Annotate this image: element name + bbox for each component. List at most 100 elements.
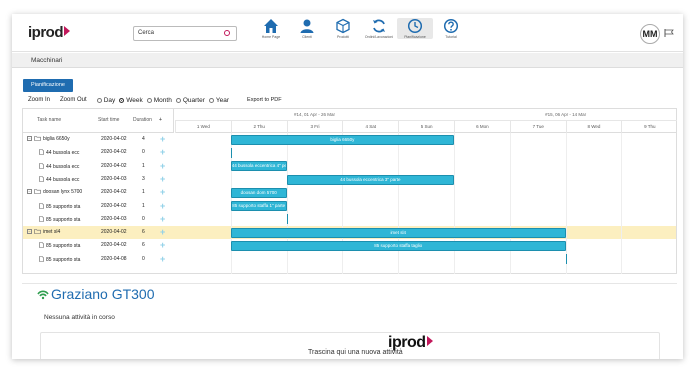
- duration-cell: 1: [142, 189, 145, 196]
- task-name-cell: 44 bussola ecc: [39, 162, 97, 170]
- task-name-cell: − biglia 6650y: [27, 136, 85, 142]
- start-time-cell: 2020-04-03: [101, 215, 127, 222]
- task-bar[interactable]: imet sl4: [230, 227, 566, 238]
- add-subtask-icon[interactable]: +: [160, 187, 165, 197]
- day-gridline: [454, 133, 455, 274]
- table-row[interactable]: 44 bussola ecc 2020-04-02 0 +: [23, 146, 676, 159]
- add-subtask-icon[interactable]: +: [160, 134, 165, 144]
- week-header: #15, 06 Apr - 14 Mar: [454, 109, 678, 121]
- search-icon[interactable]: [224, 30, 230, 36]
- table-row[interactable]: 85 supporto sta 2020-04-03 0 +: [23, 213, 676, 226]
- task-bar[interactable]: biglia 6650y: [230, 134, 454, 145]
- start-time-cell: 2020-04-03: [101, 175, 127, 182]
- watermark-logo: iprod: [388, 334, 433, 352]
- nav-prodotti[interactable]: Prodotti: [325, 18, 361, 39]
- add-task-icon[interactable]: +: [159, 117, 162, 123]
- collapse-icon[interactable]: −: [27, 136, 32, 141]
- file-icon: [39, 176, 44, 182]
- duration-cell: 6: [142, 229, 145, 236]
- duration-cell: 6: [142, 242, 145, 249]
- start-time-cell: 2020-04-02: [101, 136, 127, 142]
- nav-pianificazione[interactable]: Pianificazione: [397, 18, 433, 39]
- help-icon: [443, 18, 459, 34]
- week-header: #14, 01 Apr - 26 Mar: [175, 109, 454, 121]
- export-pdf-button[interactable]: Export to PDF: [247, 97, 282, 103]
- page-title: Macchinari: [31, 57, 63, 64]
- app-logo[interactable]: iprod: [28, 24, 70, 41]
- start-time-cell: 2020-04-08: [101, 255, 127, 262]
- day-gridline: [286, 133, 288, 274]
- flag-icon[interactable]: [664, 29, 674, 37]
- task-bar[interactable]: 85 supporto staffa 1" parte: [230, 201, 287, 212]
- file-icon: [39, 202, 44, 209]
- scale-month-radio[interactable]: Month: [146, 97, 172, 104]
- add-subtask-icon[interactable]: +: [160, 161, 165, 171]
- start-time-cell: 2020-04-02: [101, 189, 127, 196]
- day-header: 8 Wed: [565, 121, 622, 133]
- task-name-cell: 44 bussola ecc: [39, 149, 97, 156]
- column-header-duration[interactable]: Duration: [133, 117, 152, 123]
- milestone-marker[interactable]: [565, 254, 568, 265]
- scale-week-radio[interactable]: Week: [119, 97, 143, 104]
- day-header: 7 Tue: [509, 121, 566, 133]
- scale-quarter-radio[interactable]: Quarter: [175, 97, 205, 104]
- duration-cell: 0: [142, 149, 145, 156]
- file-icon: [39, 162, 44, 169]
- task-bar[interactable]: 44 bussola eccentrica 3" parte: [286, 174, 454, 185]
- task-bar[interactable]: doosan dom 5700: [230, 187, 287, 198]
- add-subtask-icon[interactable]: +: [160, 254, 165, 264]
- file-icon: [39, 149, 44, 156]
- collapse-icon[interactable]: −: [27, 229, 32, 235]
- zoom-out-button[interactable]: Zoom Out: [60, 97, 87, 103]
- refresh-icon: [373, 19, 385, 33]
- pianificazione-button[interactable]: Pianificazione: [23, 79, 73, 92]
- day-header: 2 Thu: [230, 121, 287, 133]
- add-subtask-icon[interactable]: +: [160, 174, 165, 184]
- duration-cell: 0: [142, 215, 145, 222]
- milestone-marker[interactable]: [286, 214, 289, 225]
- day-header: 5 Sun: [398, 121, 454, 133]
- milestone-marker[interactable]: [230, 147, 233, 158]
- task-bar[interactable]: 44 bussola eccentrica 4" pe: [230, 161, 287, 172]
- table-row[interactable]: 44 bussola ecc 2020-04-02 1 +: [23, 160, 676, 173]
- task-name: 44 bussola ecc: [46, 150, 80, 157]
- nav-clienti[interactable]: Clienti: [289, 18, 325, 39]
- add-subtask-icon[interactable]: +: [160, 147, 165, 157]
- task-name: 85 supporto sta: [46, 203, 81, 210]
- duration-cell: 4: [142, 136, 145, 142]
- gantt-chart: Task name Start time Duration + #14, 01 …: [22, 108, 678, 274]
- task-name: imet sl4: [43, 229, 61, 236]
- file-icon: [39, 255, 44, 262]
- task-name-cell: 85 supporto sta: [39, 242, 97, 249]
- start-time-cell: 2020-04-02: [101, 202, 127, 209]
- main-nav: Home Page Clienti Prodotti Ordini/Lavora…: [253, 18, 469, 39]
- add-subtask-icon[interactable]: +: [160, 214, 165, 224]
- task-name: 44 bussola ecc: [46, 176, 80, 183]
- folder-icon: [34, 229, 41, 234]
- add-subtask-icon[interactable]: +: [160, 240, 165, 250]
- nav-ordini[interactable]: Ordini/Lavorazioni: [361, 18, 397, 39]
- day-header: 3 Fri: [286, 121, 343, 133]
- task-bar[interactable]: 85 supporto staffa taglio: [230, 241, 566, 251]
- column-header-task-name[interactable]: Task name: [37, 117, 61, 123]
- column-header-start-time[interactable]: Start time: [98, 117, 119, 123]
- table-row[interactable]: 85 supporto sta 2020-04-08 0 +: [23, 253, 676, 266]
- table-row[interactable]: 85 supporto sta 2020-04-02 1 +: [23, 200, 676, 213]
- add-subtask-icon[interactable]: +: [160, 201, 165, 211]
- add-subtask-icon[interactable]: +: [160, 227, 165, 237]
- scale-day-radio[interactable]: Day: [96, 97, 115, 104]
- zoom-in-button[interactable]: Zoom In: [28, 97, 50, 103]
- start-time-cell: 2020-04-02: [101, 229, 127, 236]
- user-icon: [300, 19, 314, 33]
- nav-label: Clienti: [302, 35, 312, 39]
- table-row[interactable]: − doosan lynx 5700 2020-04-02 1 +: [23, 186, 676, 199]
- search-input[interactable]: Cerca: [133, 26, 237, 41]
- nav-home-page[interactable]: Home Page: [253, 18, 289, 39]
- scale-year-radio[interactable]: Year: [208, 97, 229, 104]
- nav-tutorial[interactable]: Tutorial: [433, 18, 469, 39]
- avatar[interactable]: MM: [640, 24, 660, 44]
- collapse-icon[interactable]: −: [27, 189, 32, 195]
- task-name-cell: 85 supporto sta: [39, 202, 97, 210]
- start-time-cell: 2020-04-02: [101, 162, 127, 169]
- day-gridline: [342, 133, 344, 274]
